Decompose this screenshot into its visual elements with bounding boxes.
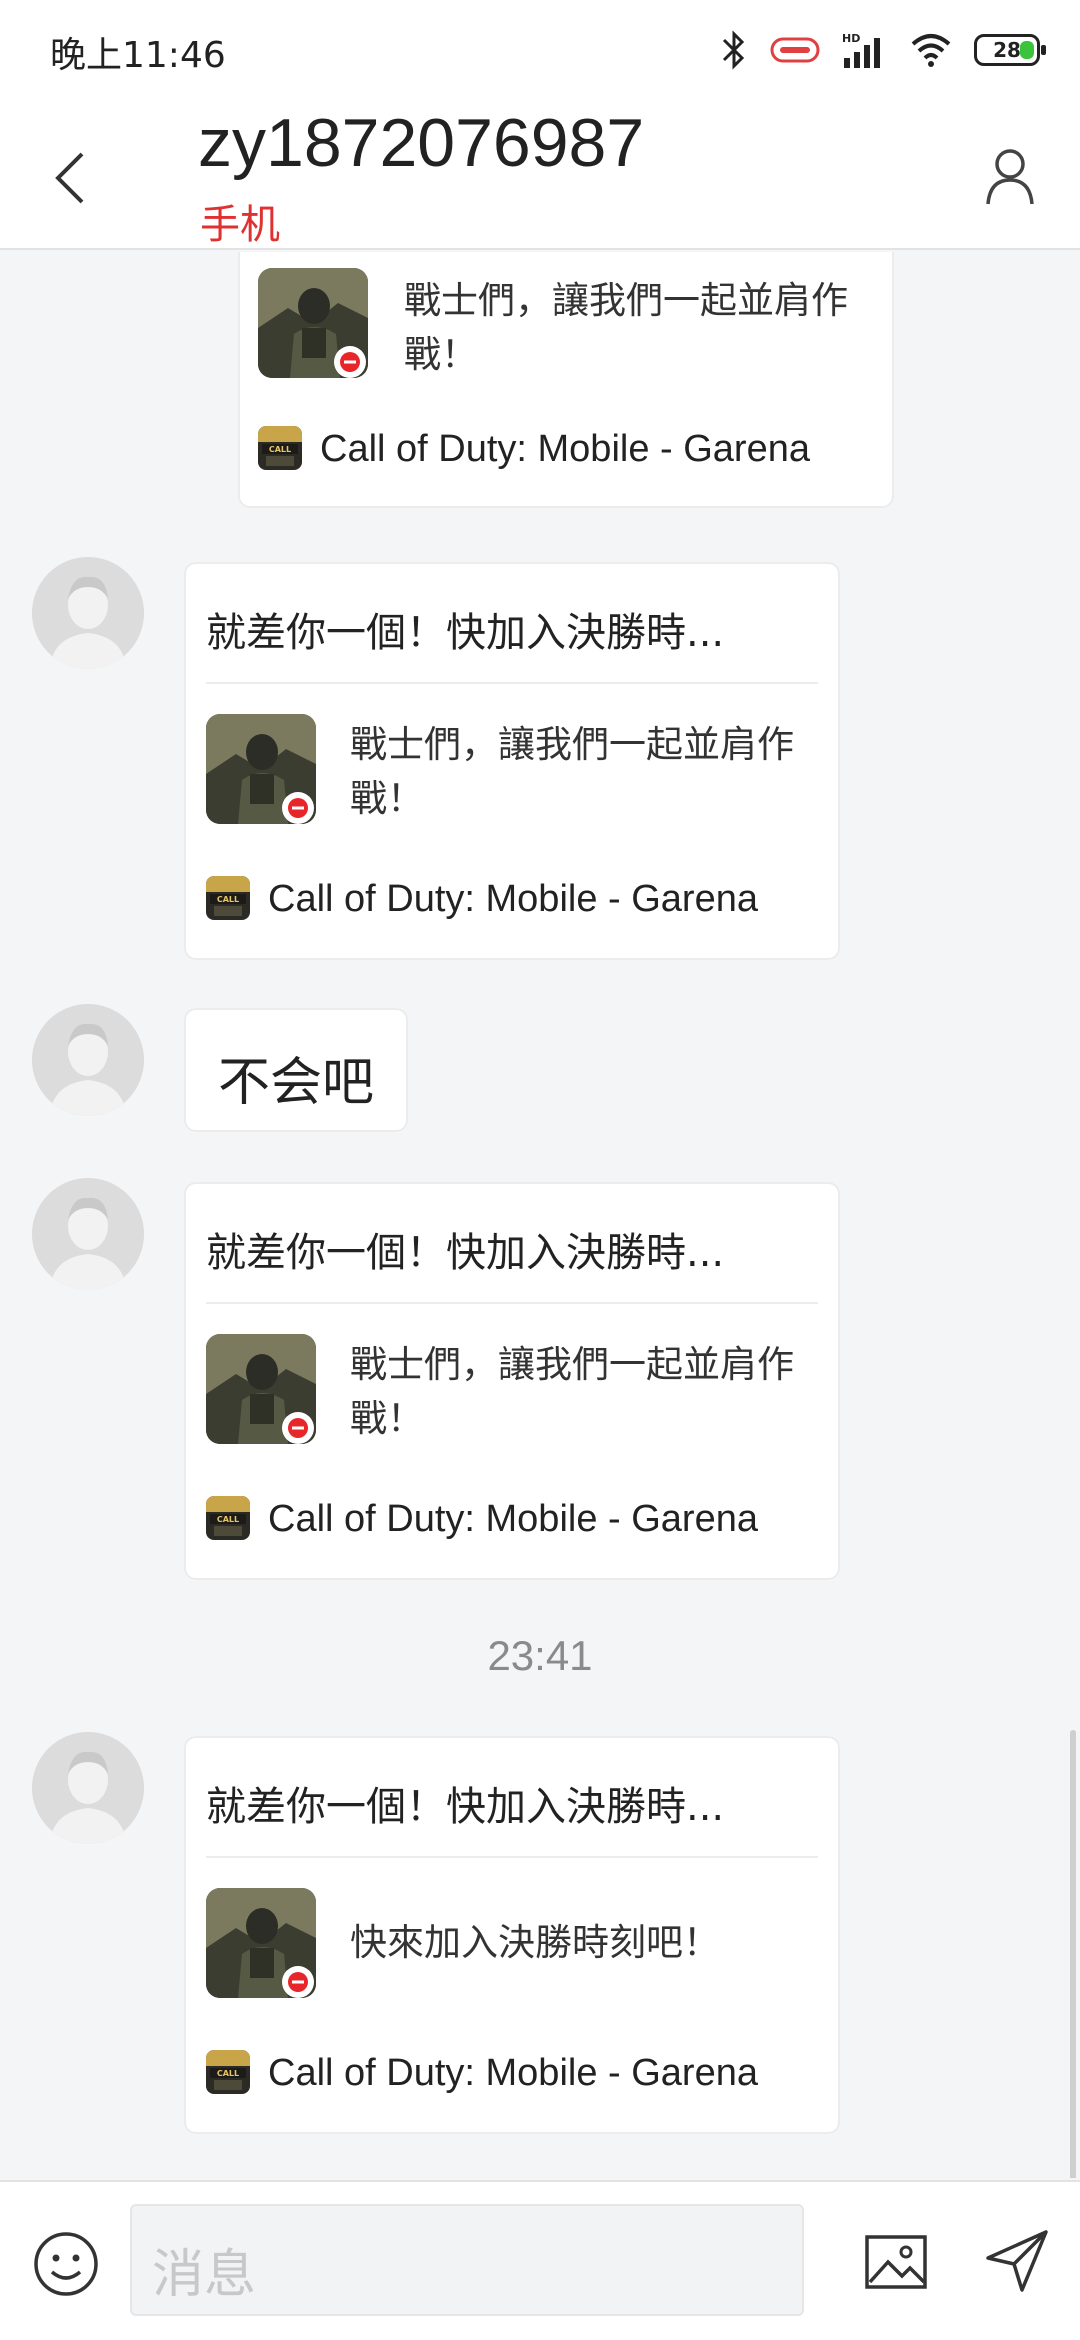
message-text: 不会吧 [218,1053,375,1113]
emoji-button[interactable] [30,2228,102,2300]
bluetooth-icon [722,30,745,70]
status-bar: 晚上11:46 HD 28 [0,0,1080,100]
card-divider [206,1856,818,1858]
card-description: 戰士們，讓我們一起並肩作戰！ [350,1343,794,1440]
battery-level: 28 [993,38,1021,62]
card-title: 就差你一個！快加入決勝時... [206,610,725,656]
card-source: Call of Duty: Mobile - Garena [320,428,810,470]
sender-avatar[interactable] [32,557,144,669]
hd-signal-icon: HD [842,32,880,68]
sender-avatar[interactable] [32,1732,144,1844]
attach-image-button[interactable] [864,2232,928,2292]
scrollbar[interactable] [1070,1730,1076,2178]
sender-avatar[interactable] [32,1178,144,1290]
message-timestamp: 23:41 [487,1632,593,1679]
chevron-left-icon [55,152,84,204]
battery-icon: 28 [974,34,1046,66]
compose-bar: 消息 [0,2180,1080,2340]
chat-header: zy1872076987 手机 [0,100,1080,250]
card-title: 就差你一個！快加入決勝時... [206,1784,725,1830]
toggle-icon [770,37,820,63]
shared-link-card[interactable]: 就差你一個！快加入決勝時... 戰士們，讓我們一起並肩作戰！ Call of D… [184,1182,840,1580]
page-subtitle: 手机 [200,202,280,248]
card-description: 快來加入決勝時刻吧！ [350,1921,720,1964]
shared-link-card[interactable]: 戰士們，讓我們一起並肩作戰！ Call of Duty: Mobile - Ga… [238,252,894,508]
card-source: Call of Duty: Mobile - Garena [268,2052,758,2094]
status-icons: HD 28 [720,28,1046,72]
status-time: 晚上11:46 [50,35,226,76]
app-thumbnail [258,268,368,378]
app-thumbnail [206,1334,316,1444]
shared-link-card[interactable]: 就差你一個！快加入決勝時... 快來加入決勝時刻吧！ Call of Duty:… [184,1736,840,2134]
card-title: 就差你一個！快加入決勝時... [206,1230,725,1276]
wifi-icon [911,34,951,67]
source-app-icon [206,1496,250,1540]
card-divider [206,1302,818,1304]
message-list[interactable]: 戰士們，讓我們一起並肩作戰！ Call of Duty: Mobile - Ga… [0,252,1080,2178]
message-input[interactable]: 消息 [130,2204,804,2316]
page-title: zy1872076987 [198,105,645,181]
contact-info-button[interactable] [980,144,1040,208]
source-app-icon [206,2050,250,2094]
back-button[interactable] [40,140,100,210]
card-description: 戰士們，讓我們一起並肩作戰！ [350,723,794,820]
source-app-icon [206,876,250,920]
send-button[interactable] [982,2226,1052,2296]
source-app-icon [258,426,302,470]
card-source: Call of Duty: Mobile - Garena [268,878,758,920]
card-divider [206,682,818,684]
send-icon [986,2230,1048,2292]
message-input-placeholder: 消息 [152,2245,257,2305]
app-thumbnail [206,714,316,824]
card-description: 戰士們，讓我們一起並肩作戰！ [404,279,848,376]
app-thumbnail [206,1888,316,1998]
card-source: Call of Duty: Mobile - Garena [268,1498,758,1540]
image-icon [865,2235,927,2289]
svg-text:HD: HD [842,32,860,45]
person-icon [986,149,1034,205]
smiley-icon [34,2232,98,2296]
text-message-bubble[interactable]: 不会吧 [184,1008,408,1132]
sender-avatar[interactable] [32,1004,144,1116]
shared-link-card[interactable]: 就差你一個！快加入決勝時... 戰士們，讓我們一起並肩作戰！ Call of D… [184,562,840,960]
